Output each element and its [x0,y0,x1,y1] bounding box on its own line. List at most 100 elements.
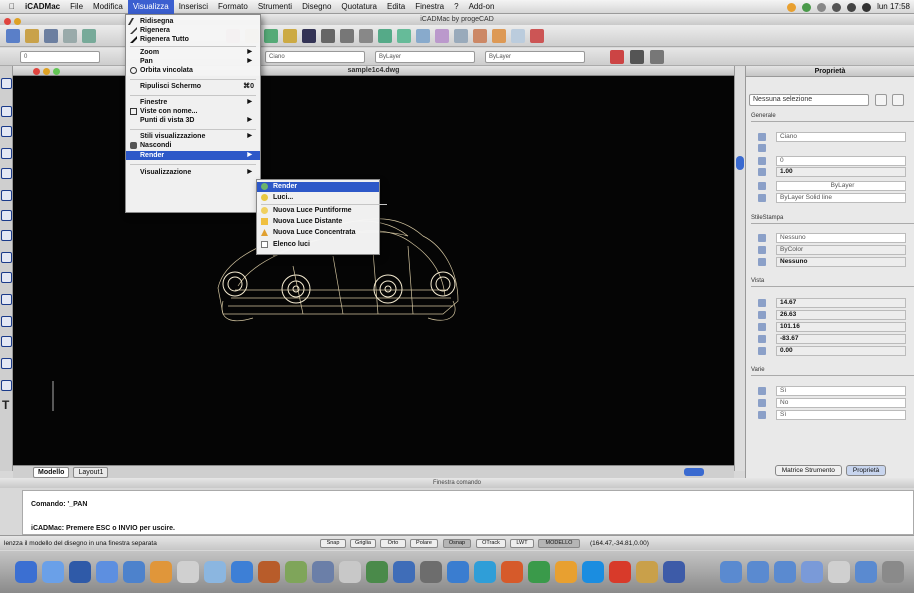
submenu-item-luci[interactable]: Luci... [257,193,379,203]
help-icon[interactable] [530,28,544,43]
trash-dock-icon[interactable] [882,561,904,583]
excel-dock-icon[interactable] [528,561,550,583]
app-dock-icon-9[interactable] [285,561,307,583]
folder-dock-icon-3[interactable] [774,561,796,583]
submenu-item-render[interactable]: Render [257,182,379,192]
app-dock-icon-1[interactable] [42,561,64,583]
table-icon[interactable] [511,28,525,43]
tab-layout1[interactable]: Layout1 [73,466,109,478]
menu-item-punti-vista[interactable]: Punti di vista 3D ▶ [126,116,260,125]
sync-icon[interactable] [802,2,812,12]
submenu-item-luce-distante[interactable]: Nuova Luce Distante [257,217,379,227]
menu-item-pan[interactable]: Pan ▶ [126,57,260,66]
zoom-drawing-icon[interactable] [53,67,60,75]
menu-item-nascondi[interactable]: Nascondi [126,141,260,150]
tab-modello[interactable]: Modello [33,466,70,478]
submenu-item-elenco-luci[interactable]: Elenco luci [257,240,379,250]
circle-icon[interactable] [1,210,12,221]
tab-matrice-strumento[interactable]: Matrice Strumento [774,465,842,476]
app-dock-icon-10[interactable] [312,561,334,583]
new-icon[interactable] [6,28,20,43]
prop-stile-1[interactable]: Nessuno [758,233,906,243]
app-dock-icon-8[interactable] [258,561,280,583]
apple-icon[interactable]:  [4,0,20,14]
menu-finestra[interactable]: Finestra [410,0,449,14]
menu-inserisci[interactable]: Inserisci [174,0,213,14]
save-icon[interactable] [44,28,58,43]
block-icon[interactable] [435,28,449,43]
menu-modifica[interactable]: Modifica [88,0,128,14]
rectangle-icon[interactable] [1,148,12,159]
notification-icon[interactable] [787,2,797,12]
text-tool-icon[interactable]: T [2,398,9,412]
prop-vista-3[interactable]: 101.16 [758,322,906,332]
minimize-drawing-icon[interactable] [43,67,50,75]
menu-item-stili[interactable]: Stili visualizzazione ▶ [126,132,260,141]
lwt-toggle[interactable]: LWT [510,539,534,548]
cut-icon[interactable] [82,28,96,43]
dimension-icon[interactable] [340,28,354,43]
polyline-icon[interactable] [1,106,12,117]
ellipse-arc-icon[interactable] [1,252,12,263]
app-dock-icon-15[interactable] [447,561,469,583]
prop-vista-2[interactable]: 26.63 [758,310,906,320]
hatch-icon[interactable] [492,28,506,43]
app-dock-icon-6[interactable] [204,561,226,583]
ortho-toggle[interactable]: Orto [380,539,406,548]
prop-vista-1[interactable]: 14.67 [758,298,906,308]
folder-dock-icon-5[interactable] [855,561,877,583]
edit-icon[interactable] [397,28,411,43]
polygon-icon[interactable] [1,126,12,137]
skype-dock-icon[interactable] [582,561,604,583]
layer-combo[interactable]: 0 [20,51,100,63]
revcloud-icon[interactable] [1,294,12,305]
render-icon[interactable] [283,28,297,43]
region-icon[interactable] [1,316,12,327]
menu-item-viste[interactable]: Viste con nome... [126,107,260,116]
word-dock-icon[interactable] [474,561,496,583]
menu-disegno[interactable]: Disegno [297,0,336,14]
tab-proprieta[interactable]: Proprietà [845,465,887,476]
app-dock-icon-4[interactable] [123,561,145,583]
open-icon[interactable] [25,28,39,43]
menu-app[interactable]: iCADMac [20,0,65,14]
plotstyle-combo[interactable]: ByLayer [485,51,585,63]
menu-formato[interactable]: Formato [213,0,253,14]
app-dock-icon-11[interactable] [339,561,361,583]
snap-toggle[interactable]: Snap [320,539,346,548]
app-dock-icon-7[interactable] [231,561,253,583]
prop-linetype[interactable]: ByLayer [758,181,906,191]
menu-item-rigenera[interactable]: Rigenera [126,26,260,35]
menu-item-rigenera-tutto[interactable]: Rigenera Tutto [126,35,260,44]
xref-icon[interactable] [454,28,468,43]
block-tool-icon[interactable] [1,358,12,369]
folder-dock-icon-4[interactable] [801,561,823,583]
spline-icon[interactable] [1,190,12,201]
menu-addon[interactable]: Add-on [464,0,500,14]
close-drawing-icon[interactable] [33,67,40,75]
prop-stile-2[interactable]: ByColor [758,245,906,255]
app-dock-icon-19[interactable] [663,561,685,583]
quick-select-icon[interactable] [875,94,887,106]
linetype-combo[interactable]: ByLayer [375,51,475,63]
menu-item-zoom[interactable]: Zoom ▶ [126,48,260,57]
minimize-window-icon[interactable] [14,17,21,25]
volume-icon[interactable] [862,2,872,12]
orbit-icon[interactable] [264,28,278,43]
menu-quotatura[interactable]: Quotatura [336,0,382,14]
prop-vista-5[interactable]: 0.00 [758,346,906,356]
text-icon[interactable] [321,28,335,43]
prop-color[interactable]: Ciano [758,132,906,142]
print-icon[interactable] [63,28,77,43]
bluetooth-icon[interactable] [832,2,842,12]
app-dock-icon-3[interactable] [96,561,118,583]
layer-manager-icon[interactable] [610,50,624,64]
horizontal-scroll-thumb[interactable] [684,468,704,476]
properties-icon[interactable] [302,28,316,43]
menu-item-visualizzazione[interactable]: Visualizzazione ▶ [126,168,260,177]
prop-stile-3[interactable]: Nessuno [758,257,906,267]
osnap-toggle[interactable]: Osnap [443,539,471,548]
scroll-thumb[interactable] [736,156,744,170]
layer-state-icon[interactable] [630,50,644,64]
menu-item-ripulisci[interactable]: Ripulisci Schermo ⌘0 [126,82,260,91]
